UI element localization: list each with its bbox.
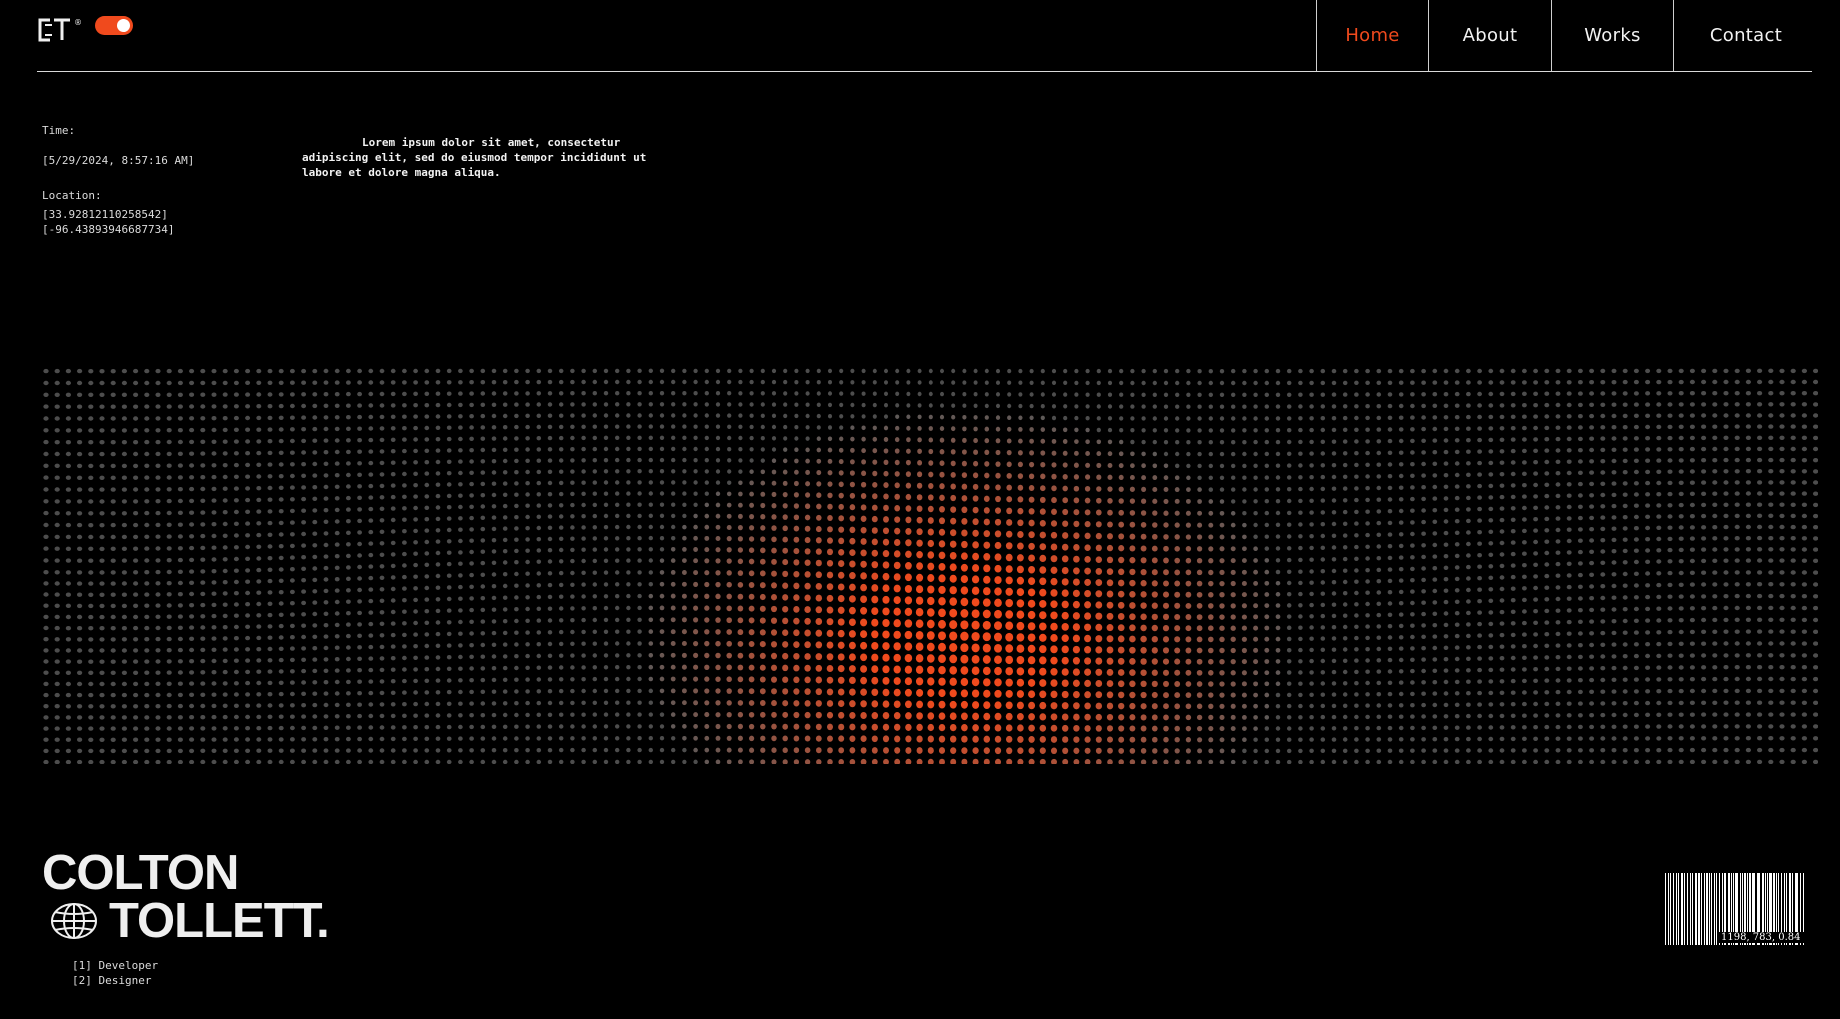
last-name: TOLLETT. [109, 894, 330, 948]
header-divider [37, 71, 1812, 72]
toggle-knob [117, 19, 130, 32]
role-item: [1] Developer [72, 959, 159, 972]
nav-contact[interactable]: Contact [1673, 0, 1818, 71]
time-label: Time: [42, 124, 76, 137]
time-value: [5/29/2024, 8:57:16 AM] [42, 154, 195, 167]
longitude-value: [-96.43893946687734] [42, 223, 175, 236]
info-panel: Time: [5/29/2024, 8:57:16 AM] Location: … [42, 123, 194, 237]
last-name-row: TOLLETT. [42, 894, 330, 948]
dot-wave-visual [43, 368, 1818, 764]
first-name: COLTON [42, 846, 239, 900]
main-nav: Home About Works Contact [1316, 0, 1818, 72]
logo-icon[interactable]: ® [36, 16, 84, 46]
roles-list: [1] Developer [2] Designer [72, 958, 158, 988]
nav-home[interactable]: Home [1316, 0, 1428, 71]
nav-about[interactable]: About [1428, 0, 1551, 71]
theme-toggle[interactable] [95, 16, 133, 35]
name-title: COLTON TOLLETT. [42, 846, 330, 948]
role-item: [2] Designer [72, 974, 152, 987]
logo-mark: ® [74, 18, 82, 27]
intro-text: Lorem ipsum dolor sit amet, consectetur … [302, 136, 647, 179]
latitude-value: [33.92812110258542] [42, 208, 168, 221]
barcode-caption: 1198, 783, 0.84 [1718, 932, 1804, 943]
globe-icon [51, 903, 97, 939]
location-label: Location: [42, 189, 102, 202]
nav-works[interactable]: Works [1551, 0, 1673, 71]
